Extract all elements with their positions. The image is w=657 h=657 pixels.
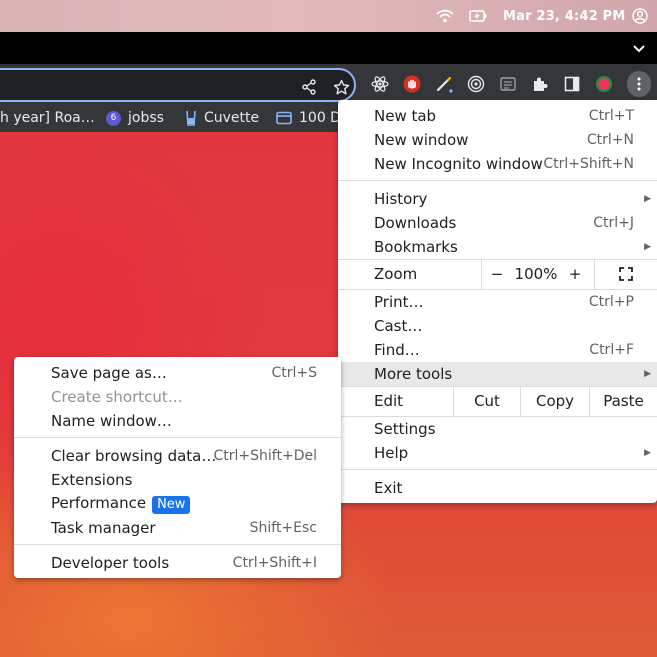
copy-button[interactable]: Copy — [521, 389, 589, 413]
zoom-level: 100% — [514, 265, 558, 283]
bookmark-label: h year] Roa… — [0, 110, 95, 126]
hand-stop-extension-icon[interactable] — [403, 75, 421, 93]
submenu-divider — [14, 544, 341, 545]
menu-item-new-window[interactable]: New window Ctrl+N — [338, 128, 657, 152]
zoom-label: Zoom — [374, 265, 418, 283]
bookmark-label: 100 D — [299, 110, 341, 126]
more-tools-submenu: Save page as… Ctrl+S Create shortcut… Na… — [14, 357, 341, 578]
bookmark-item[interactable]: 6 jobss — [106, 104, 164, 132]
menu-item-new-tab[interactable]: New tab Ctrl+T — [338, 104, 657, 128]
menu-item-new-incognito-window[interactable]: New Incognito window Ctrl+Shift+N — [338, 152, 657, 176]
bookmark-label: jobss — [128, 110, 164, 126]
calendar-icon — [276, 111, 292, 125]
system-clock[interactable]: Mar 23, 4:42 PM — [503, 0, 626, 32]
menu-item-print[interactable]: Print… Ctrl+P — [338, 290, 657, 314]
bookmark-item[interactable]: 100 D — [276, 104, 341, 132]
tab-search-chevron-down-icon[interactable] — [633, 40, 645, 58]
zoom-row: Zoom − 100% + — [338, 258, 657, 290]
menu-divider — [338, 180, 657, 181]
share-icon[interactable] — [300, 78, 318, 96]
profile-avatar-icon[interactable] — [595, 75, 613, 93]
new-badge: New — [152, 496, 191, 514]
zoom-divider — [594, 258, 595, 290]
menu-divider — [338, 259, 657, 260]
submenu-item-performance[interactable]: Performance New — [14, 492, 341, 516]
edit-label: Edit — [374, 392, 404, 410]
side-panel-icon[interactable] — [563, 75, 581, 93]
submenu-arrow-icon: ▶ — [644, 448, 651, 458]
edit-row: Edit Cut Copy Paste — [338, 385, 657, 417]
submenu-item-clear-browsing-data[interactable]: Clear browsing data… Ctrl+Shift+Del — [14, 444, 341, 468]
tab-strip — [0, 32, 657, 64]
performance-label: Performance — [51, 494, 147, 512]
target-extension-icon[interactable] — [467, 75, 485, 93]
submenu-item-extensions[interactable]: Extensions — [14, 468, 341, 492]
submenu-item-save-page[interactable]: Save page as… Ctrl+S — [14, 361, 341, 385]
submenu-arrow-icon: ▶ — [644, 242, 651, 252]
submenu-item-developer-tools[interactable]: Developer tools Ctrl+Shift+I — [14, 551, 341, 575]
menu-item-find[interactable]: Find… Ctrl+F — [338, 338, 657, 362]
submenu-arrow-icon: ▶ — [644, 194, 651, 204]
system-top-bar: Mar 23, 4:42 PM — [0, 0, 657, 32]
battery-charging-icon[interactable] — [469, 0, 487, 32]
cuvette-icon — [185, 110, 197, 126]
bookmark-badge-icon: 6 — [106, 110, 121, 126]
menu-divider — [338, 469, 657, 470]
menu-item-exit[interactable]: Exit — [338, 476, 657, 500]
address-bar[interactable] — [0, 68, 356, 102]
chrome-main-menu: New tab Ctrl+T New window Ctrl+N New Inc… — [338, 100, 657, 503]
bookmark-star-icon[interactable] — [332, 78, 350, 96]
menu-item-history[interactable]: History ▶ — [338, 187, 657, 211]
submenu-divider — [14, 437, 341, 438]
menu-item-more-tools[interactable]: More tools ▶ — [338, 362, 657, 386]
bookmark-label: Cuvette — [204, 110, 260, 126]
zoom-in-button[interactable]: + — [562, 262, 588, 286]
bookmark-item[interactable]: Cuvette — [185, 104, 259, 132]
bookmark-item[interactable]: h year] Roa… — [0, 104, 95, 132]
fullscreen-icon[interactable] — [614, 262, 638, 286]
react-devtools-extension-icon[interactable] — [371, 75, 389, 93]
menu-item-cast[interactable]: Cast… — [338, 314, 657, 338]
reading-list-extension-icon[interactable] — [499, 75, 517, 93]
extensions-puzzle-icon[interactable] — [531, 75, 549, 93]
submenu-item-create-shortcut: Create shortcut… — [51, 388, 183, 406]
submenu-item-task-manager[interactable]: Task manager Shift+Esc — [14, 516, 341, 540]
submenu-item-name-window[interactable]: Name window… — [14, 409, 341, 433]
paste-button[interactable]: Paste — [590, 389, 657, 413]
user-account-icon[interactable] — [632, 0, 648, 32]
menu-item-settings[interactable]: Settings — [338, 417, 657, 441]
cut-button[interactable]: Cut — [454, 389, 520, 413]
submenu-arrow-icon: ▶ — [644, 369, 651, 379]
pen-extension-icon[interactable] — [435, 75, 453, 93]
browser-toolbar — [0, 64, 657, 104]
wifi-icon[interactable] — [436, 0, 454, 32]
zoom-out-button[interactable]: − — [482, 262, 512, 286]
chrome-menu-kebab-icon[interactable] — [627, 71, 651, 97]
menu-divider — [338, 386, 657, 387]
menu-item-downloads[interactable]: Downloads Ctrl+J — [338, 211, 657, 235]
menu-item-help[interactable]: Help ▶ — [338, 441, 657, 465]
menu-item-bookmarks[interactable]: Bookmarks ▶ — [338, 235, 657, 259]
